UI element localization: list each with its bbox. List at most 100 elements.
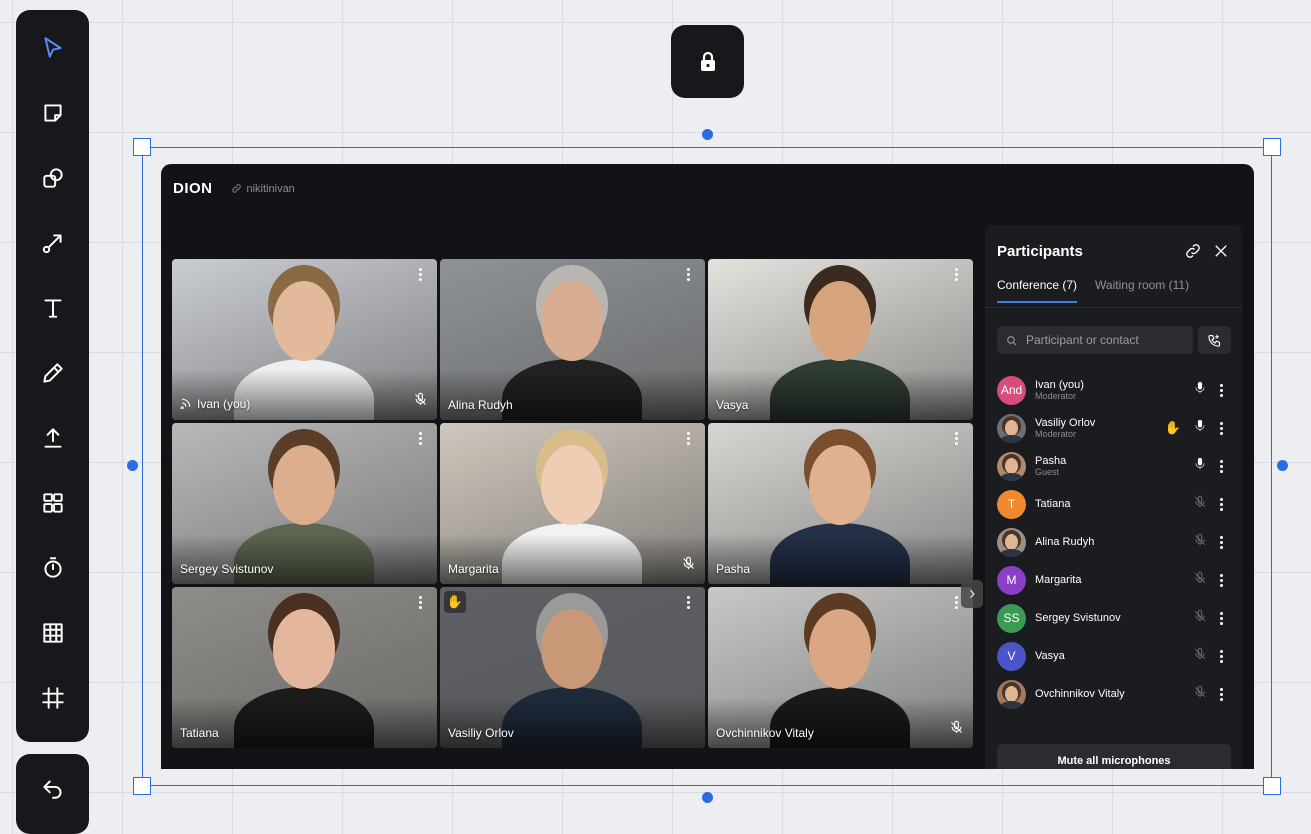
participant-menu-icon[interactable] (1219, 611, 1223, 625)
resize-handle-bottom-left[interactable] (133, 777, 151, 795)
resize-handle-top-left[interactable] (133, 138, 151, 156)
pen-tool[interactable] (31, 351, 75, 394)
participant-name: Tatiana (1035, 497, 1071, 510)
tile-shade (440, 698, 705, 748)
tab-conference[interactable]: Conference (7) (997, 278, 1078, 303)
video-tile[interactable]: Ovchinnikov Vitaly (708, 587, 973, 748)
participant-menu-icon[interactable] (1219, 687, 1223, 701)
person-face (273, 609, 335, 689)
participant-menu-icon[interactable] (1219, 383, 1223, 397)
tile-menu-icon[interactable] (687, 268, 691, 281)
participant-row[interactable]: V Vasya (997, 637, 1232, 675)
avatar-initials: M (1006, 573, 1017, 587)
tile-menu-icon[interactable] (955, 268, 959, 281)
mic-muted-icon[interactable] (1193, 571, 1207, 590)
select-tool[interactable] (31, 26, 75, 69)
mic-muted-icon[interactable] (1193, 647, 1207, 666)
tile-menu-icon[interactable] (955, 596, 959, 609)
mic-muted-icon[interactable] (1193, 533, 1207, 552)
close-icon[interactable] (1212, 242, 1230, 260)
participant-name: Alina Rudyh (1035, 535, 1095, 548)
avatar: M (997, 565, 1026, 595)
handle-left-center[interactable] (127, 460, 138, 471)
video-tile[interactable]: Tatiana (172, 587, 437, 748)
video-tile[interactable]: Alina Rudyh (440, 259, 705, 420)
video-tile[interactable]: Sergey Svistunov (172, 423, 437, 584)
tile-shade (708, 698, 973, 748)
mic-on-icon[interactable] (1193, 457, 1207, 476)
timer-tool[interactable] (31, 547, 75, 590)
participant-row[interactable]: T Tatiana (997, 485, 1232, 523)
next-page-button[interactable] (961, 580, 983, 608)
video-tile[interactable]: ✋ Vasiliy Orlov (440, 587, 705, 748)
participant-menu-icon[interactable] (1219, 421, 1223, 435)
mic-on-icon[interactable] (1193, 419, 1207, 438)
copy-link-icon[interactable] (1184, 242, 1202, 260)
participant-menu-icon[interactable] (1219, 497, 1223, 511)
video-tile[interactable]: Pasha (708, 423, 973, 584)
mic-muted-icon[interactable] (1193, 685, 1207, 704)
participant-row[interactable]: Vasiliy Orlov Moderator ✋ (997, 409, 1232, 447)
tile-participant-name: Sergey Svistunov (180, 562, 273, 576)
resize-handle-top-right[interactable] (1263, 138, 1281, 156)
participant-row[interactable]: Ovchinnikov Vitaly (997, 675, 1232, 713)
participant-name: Ivan (you) (1035, 378, 1084, 391)
person-face (273, 445, 335, 525)
participant-menu-icon[interactable] (1219, 459, 1223, 473)
person-face (809, 281, 871, 361)
mic-muted-icon[interactable] (1193, 495, 1207, 514)
table-tool[interactable] (31, 612, 75, 655)
participant-menu-icon[interactable] (1219, 535, 1223, 549)
avatar-photo-face (1005, 533, 1018, 550)
avatar (997, 451, 1026, 481)
handle-bottom-center[interactable] (702, 792, 713, 803)
participant-role: Moderator (1035, 391, 1077, 402)
resize-handle-bottom-right[interactable] (1263, 777, 1281, 795)
undo-button[interactable] (31, 766, 75, 810)
lock-button[interactable] (671, 25, 744, 98)
tile-name-text: Alina Rudyh (448, 398, 513, 412)
tile-menu-icon[interactable] (419, 432, 423, 445)
participant-menu-icon[interactable] (1219, 573, 1223, 587)
text-tool[interactable] (31, 286, 75, 329)
avatar (997, 413, 1026, 443)
video-conference-window: DION nikitinivan Ivan (you) Alina Rudyh Va… (161, 164, 1254, 769)
templates-tool[interactable] (31, 482, 75, 525)
tile-name-text: Sergey Svistunov (180, 562, 274, 576)
tile-menu-icon[interactable] (687, 596, 691, 609)
frame-tool[interactable] (31, 677, 75, 720)
mic-on-icon[interactable] (1193, 381, 1207, 400)
handle-right-center[interactable] (1277, 460, 1288, 471)
grid-icon (42, 493, 63, 513)
participant-row[interactable]: M Margarita (997, 561, 1232, 599)
video-tile[interactable]: Margarita (440, 423, 705, 584)
tile-menu-icon[interactable] (955, 432, 959, 445)
mic-muted-icon[interactable] (1193, 609, 1207, 628)
tile-participant-name: Pasha (716, 562, 750, 576)
mute-all-button[interactable]: Mute all microphones (997, 744, 1231, 769)
tile-menu-icon[interactable] (419, 596, 423, 609)
participant-row[interactable]: Pasha Guest (997, 447, 1232, 485)
video-tile[interactable]: Ivan (you) (172, 259, 437, 420)
chevron-right-icon (970, 590, 975, 598)
room-link[interactable]: nikitinivan (231, 183, 295, 195)
upload-tool[interactable] (31, 417, 75, 460)
participant-row[interactable]: Alina Rudyh (997, 523, 1232, 561)
participant-row[interactable]: SS Sergey Svistunov (997, 599, 1232, 637)
shapes-tool[interactable] (31, 156, 75, 199)
tile-menu-icon[interactable] (687, 432, 691, 445)
participant-menu-icon[interactable] (1219, 649, 1223, 663)
tile-participant-name: Margarita (448, 562, 499, 576)
video-tile[interactable]: Vasya (708, 259, 973, 420)
participant-search (997, 326, 1193, 354)
tile-menu-icon[interactable] (419, 268, 423, 281)
handle-top-center[interactable] (702, 129, 713, 140)
call-contact-button[interactable] (1198, 326, 1231, 354)
participant-row[interactable]: And Ivan (you) Moderator (997, 371, 1232, 409)
tab-waiting-room[interactable]: Waiting room (11) (1095, 278, 1189, 303)
connector-tool[interactable] (31, 221, 75, 264)
tile-name-text: Margarita (448, 562, 499, 576)
tile-participant-name: Ovchinnikov Vitaly (716, 726, 814, 740)
search-input[interactable] (1024, 332, 1188, 348)
sticky-note-tool[interactable] (31, 91, 75, 134)
